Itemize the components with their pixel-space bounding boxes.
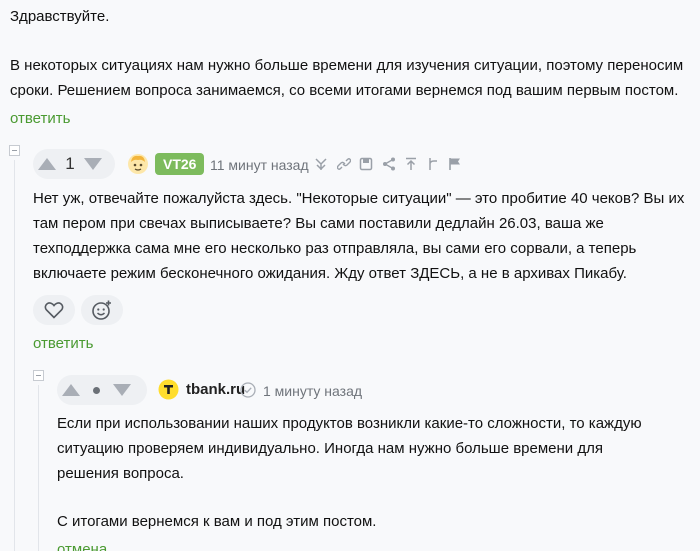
- thread-icon[interactable]: [426, 157, 440, 176]
- reply-link[interactable]: ответить: [33, 335, 93, 352]
- thread-line[interactable]: [38, 385, 39, 551]
- emoji-add-icon: [92, 300, 111, 320]
- comment-time[interactable]: 11 минут назад: [210, 157, 309, 173]
- cancel-link[interactable]: отмена: [57, 541, 107, 551]
- rating-neutral-dot: [93, 386, 100, 394]
- link-icon[interactable]: [336, 157, 352, 176]
- heart-icon: [44, 302, 64, 319]
- thread-line[interactable]: [14, 160, 15, 551]
- add-reaction-button[interactable]: [81, 295, 123, 325]
- comment-time[interactable]: 1 минуту назад: [263, 383, 362, 399]
- upvote-button[interactable]: [62, 384, 80, 396]
- share-icon[interactable]: [382, 157, 396, 176]
- avatar[interactable]: [158, 379, 179, 400]
- reply-link[interactable]: ответить: [10, 110, 70, 127]
- username-badge[interactable]: VT26: [155, 153, 205, 175]
- tbank-logo-icon: [158, 379, 179, 400]
- username[interactable]: tbank.ru: [186, 381, 245, 398]
- downvote-button[interactable]: [113, 384, 131, 396]
- comment-text-line: техподдержка сама мне его несколько раз …: [33, 240, 637, 257]
- upvote-button[interactable]: [38, 158, 56, 170]
- comment-text-line: решения вопроса.: [57, 465, 184, 482]
- branch-icon[interactable]: [314, 157, 328, 176]
- rating-control: [57, 375, 147, 405]
- comment-text-line: Если при использовании наших продуктов в…: [57, 415, 642, 432]
- rating-value: 1: [65, 154, 75, 173]
- avatar-icon: [128, 154, 148, 174]
- go-to-parent-icon[interactable]: [404, 157, 418, 176]
- comment-text-line: включаете режим бесконечного ожидания. Ж…: [33, 265, 627, 282]
- comment-text-line: там пером при свечах выписываете? Вы сам…: [33, 215, 604, 232]
- collapse-thread-button[interactable]: [9, 145, 20, 156]
- comment-text-line: сроки. Решением вопроса занимаемся, со в…: [10, 82, 679, 99]
- downvote-button[interactable]: [84, 158, 102, 170]
- rating-control: 1: [33, 149, 115, 179]
- comment-greeting: Здравствуйте.: [10, 8, 110, 25]
- save-icon[interactable]: [359, 157, 373, 176]
- verified-icon: [240, 382, 256, 403]
- comment-text-line: Нет уж, отвечайте пожалуйста здесь. "Нек…: [33, 190, 685, 207]
- comment-text-line: В некоторых ситуациях нам нужно больше в…: [10, 57, 684, 74]
- comment-text-line: ситуацию проверяем индивидуально. Иногда…: [57, 440, 603, 457]
- comment-text-line: С итогами вернемся к вам и под этим пост…: [57, 513, 377, 530]
- collapse-thread-button[interactable]: [33, 370, 44, 381]
- avatar[interactable]: [127, 153, 149, 175]
- like-button[interactable]: [33, 295, 75, 325]
- report-flag-icon[interactable]: [448, 157, 462, 176]
